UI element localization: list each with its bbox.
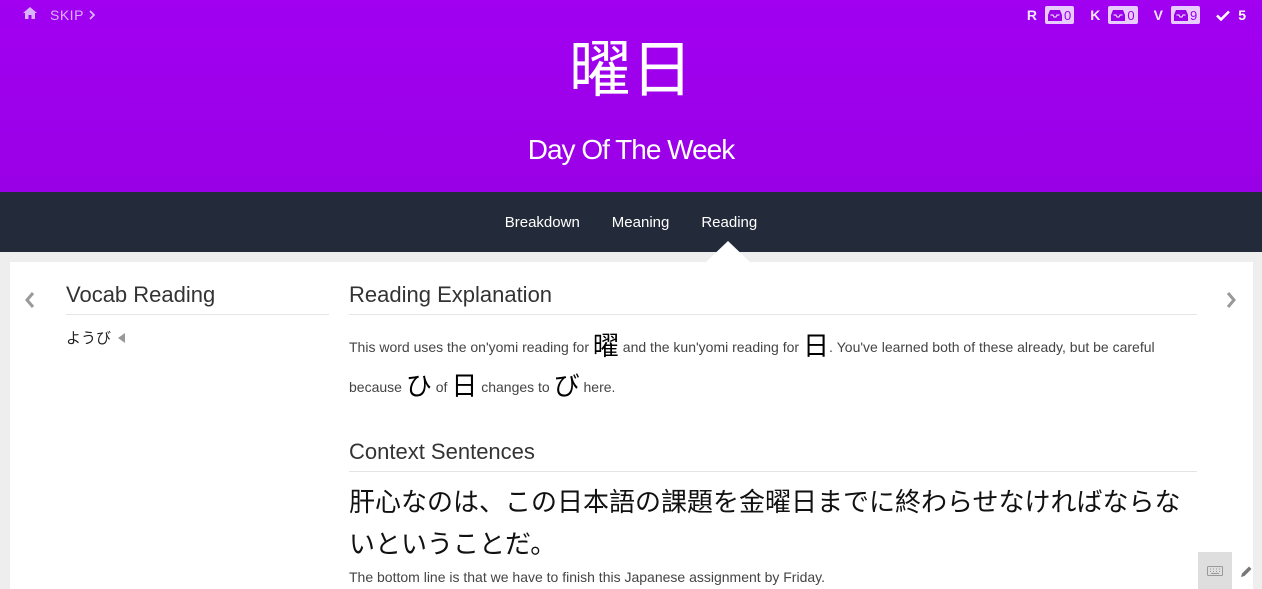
next-arrow-icon[interactable] xyxy=(1225,290,1237,316)
skip-label: SKIP xyxy=(50,7,84,23)
vocab-reading: ようび xyxy=(66,327,126,348)
inbox-icon xyxy=(1173,9,1188,21)
kana-highlight: び xyxy=(553,372,580,402)
explanation-text: This word uses the on'yomi reading for xyxy=(349,339,593,355)
reading-explanation-title: Reading Explanation xyxy=(349,282,1197,315)
stat-count-box: 0 xyxy=(1108,6,1138,24)
completed-count: 5 xyxy=(1216,7,1246,23)
explanation-text: and the kun'yomi reading for xyxy=(618,339,803,355)
stat-count: 0 xyxy=(1064,7,1072,23)
stat-label: R xyxy=(1026,7,1038,23)
context-sentence-japanese: 肝心なのは、この日本語の課題を金曜日までに終わらせなければならないということだ。 xyxy=(349,488,1181,560)
kanji-highlight: 日 xyxy=(802,332,829,362)
inbox-icon xyxy=(1111,9,1126,21)
active-tab-indicator xyxy=(706,241,750,262)
stat-vocab: V 9 xyxy=(1154,6,1201,24)
kana-highlight: ひ xyxy=(405,372,432,402)
keyboard-button[interactable] xyxy=(1198,552,1232,589)
previous-arrow-icon[interactable] xyxy=(24,290,36,316)
stat-count-box: 0 xyxy=(1045,6,1075,24)
tab-meaning[interactable]: Meaning xyxy=(612,214,670,231)
reading-text: ようび xyxy=(66,329,112,347)
explanation-text: of xyxy=(431,379,452,395)
stat-count: 0 xyxy=(1127,7,1135,23)
tab-reading[interactable]: Reading xyxy=(701,214,757,231)
inbox-icon xyxy=(1048,9,1063,21)
kanji-highlight: 日 xyxy=(451,372,478,402)
explanation-text: here. xyxy=(579,379,616,395)
tab-breakdown[interactable]: Breakdown xyxy=(505,214,580,231)
stat-label: K xyxy=(1090,7,1101,23)
stat-kanji: K 0 xyxy=(1090,6,1138,24)
context-sentences-title: Context Sentences xyxy=(349,439,1197,472)
keyboard-icon xyxy=(1207,565,1223,576)
header: SKIP R 0 K 0 V 9 5 曜日 Day Of The Week xyxy=(0,0,1262,192)
chevron-right-icon xyxy=(89,10,96,20)
done-count: 5 xyxy=(1238,7,1246,23)
pencil-icon[interactable] xyxy=(1240,563,1253,582)
audio-play-icon[interactable] xyxy=(117,332,126,344)
kanji-highlight: 曜 xyxy=(592,332,619,362)
reading-explanation: This word uses the on'yomi reading for 曜… xyxy=(349,327,1197,407)
stat-label: V xyxy=(1153,7,1163,23)
explanation-text: changes to xyxy=(477,379,554,395)
stat-radicals: R 0 xyxy=(1026,6,1075,24)
stat-count: 9 xyxy=(1189,7,1198,23)
stat-count-box: 9 xyxy=(1170,6,1201,24)
tab-bar: Breakdown Meaning Reading xyxy=(0,192,1262,252)
vocab-characters: 曜日 xyxy=(568,33,693,106)
vocab-meaning: Day Of The Week xyxy=(527,134,736,165)
home-icon[interactable] xyxy=(23,7,37,19)
context-sentence-english: The bottom line is that we have to finis… xyxy=(349,569,825,585)
vocab-reading-title: Vocab Reading xyxy=(66,282,329,315)
skip-button[interactable]: SKIP xyxy=(50,7,96,23)
stats: R 0 K 0 V 9 5 xyxy=(1011,6,1246,24)
checkmark-icon xyxy=(1216,10,1231,21)
